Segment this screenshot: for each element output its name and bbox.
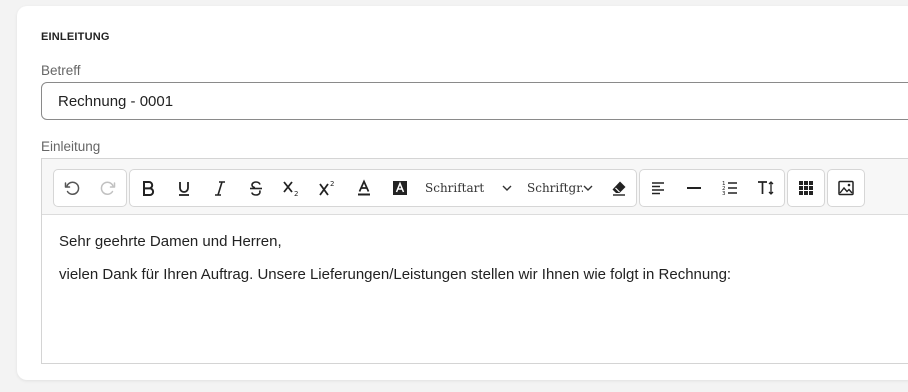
- editor-content[interactable]: Sehr geehrte Damen und Herren, vielen Da…: [59, 233, 731, 283]
- rich-text-editor: 2 2 Schriftart Schriftgr...: [41, 158, 908, 364]
- font-family-select[interactable]: Schriftart: [425, 170, 519, 206]
- undo-icon: [64, 181, 80, 196]
- italic-button[interactable]: [203, 170, 237, 206]
- italic-icon: [215, 181, 225, 196]
- ordered-list-icon: 123: [722, 181, 737, 197]
- section-title: EINLEITUNG: [41, 31, 110, 43]
- align-left-icon: [652, 182, 664, 195]
- highlight-icon: [393, 181, 407, 195]
- content-paragraph: vielen Dank für Ihren Auftrag. Unsere Li…: [59, 266, 732, 283]
- betreff-label: Betreff: [41, 63, 81, 78]
- clear-formatting-button[interactable]: [602, 170, 636, 206]
- bold-button[interactable]: [131, 170, 165, 206]
- table-grid-icon: [799, 181, 813, 195]
- betreff-input[interactable]: Rechnung - 0001: [41, 82, 908, 120]
- ordered-list-button[interactable]: 123: [713, 170, 747, 206]
- content-paragraph: Sehr geehrte Damen und Herren,: [59, 233, 282, 250]
- image-group: [827, 169, 865, 207]
- font-family-label: Schriftart: [425, 181, 485, 195]
- table-group: [787, 169, 825, 207]
- formatting-group: 2 2 Schriftart Schriftgr...: [129, 169, 637, 207]
- history-group: [53, 169, 127, 207]
- editor-toolbar: 2 2 Schriftart Schriftgr...: [42, 159, 908, 215]
- font-size-select[interactable]: Schriftgr...: [527, 170, 597, 206]
- strikethrough-button[interactable]: [239, 170, 273, 206]
- eraser-icon: [612, 181, 626, 196]
- svg-text:3: 3: [722, 191, 726, 197]
- svg-text:2: 2: [294, 190, 298, 197]
- font-color-icon: [358, 179, 370, 196]
- font-color-button[interactable]: [347, 170, 381, 206]
- insert-table-button[interactable]: [789, 170, 823, 206]
- align-left-button[interactable]: [641, 170, 675, 206]
- subscript-button[interactable]: 2: [275, 170, 309, 206]
- strikethrough-icon: [250, 181, 262, 196]
- horizontal-rule-icon: [687, 187, 701, 189]
- background-color-button[interactable]: [383, 170, 417, 206]
- paragraph-group: 123: [639, 169, 785, 207]
- chevron-down-icon: [583, 185, 593, 191]
- text-height-icon: [758, 181, 774, 195]
- betreff-value: Rechnung - 0001: [58, 92, 174, 110]
- chevron-down-icon: [502, 185, 512, 191]
- bold-icon: [143, 181, 155, 196]
- superscript-icon: 2: [319, 180, 334, 196]
- svg-text:2: 2: [330, 180, 334, 188]
- horizontal-rule-button[interactable]: [677, 170, 711, 206]
- line-height-button[interactable]: [749, 170, 783, 206]
- undo-button[interactable]: [55, 170, 89, 206]
- subscript-icon: 2: [283, 181, 298, 197]
- superscript-button[interactable]: 2: [311, 170, 345, 206]
- insert-image-button[interactable]: [829, 170, 863, 206]
- redo-icon: [100, 181, 116, 196]
- image-icon: [838, 180, 854, 196]
- underline-icon: [179, 182, 189, 196]
- einleitung-label: Einleitung: [41, 139, 101, 154]
- font-size-label: Schriftgr...: [527, 181, 583, 195]
- redo-button[interactable]: [91, 170, 125, 206]
- underline-button[interactable]: [167, 170, 201, 206]
